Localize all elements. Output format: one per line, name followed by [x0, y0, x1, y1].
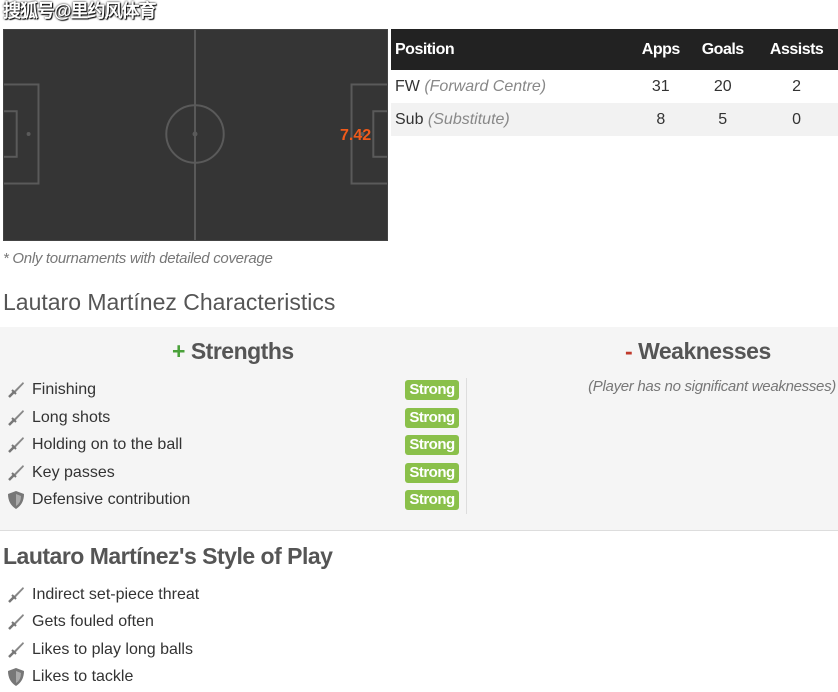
item-label: Gets fouled often — [32, 613, 154, 630]
list-item: Key passes — [6, 462, 115, 484]
weaknesses-label: Weaknesses — [638, 338, 771, 364]
minus-sign: - — [625, 338, 633, 364]
col-apps: Apps — [631, 29, 691, 70]
positions-table: Position Apps Goals Assists FW (Forward … — [391, 29, 838, 136]
item-label: Likes to play long balls — [32, 641, 193, 658]
column-divider — [466, 378, 467, 514]
col-goals: Goals — [690, 29, 756, 70]
watermark: 搜狐号@里约风体育 — [3, 1, 157, 21]
goals-cell: 20 — [713, 77, 732, 95]
strength-level-badge: Strong — [405, 408, 459, 428]
apps-cell: 31 — [651, 77, 670, 95]
list-item: Likes to tackle — [6, 666, 133, 688]
weaknesses-heading: - Weaknesses — [625, 338, 771, 365]
list-item: Gets fouled often — [6, 611, 154, 633]
col-assists: Assists — [755, 29, 838, 70]
item-label: Finishing — [32, 381, 97, 398]
item-label: Indirect set-piece threat — [32, 586, 200, 603]
sword-icon — [6, 380, 26, 400]
position-cell: Sub (Substitute) — [391, 103, 632, 136]
sword-icon — [6, 463, 26, 483]
strength-level-badge: Strong — [405, 490, 459, 510]
pitch-lines — [4, 30, 387, 240]
assists-cell: 0 — [755, 103, 838, 136]
item-label: Likes to tackle — [32, 668, 134, 685]
position-cell: FW (Forward Centre) — [391, 70, 631, 103]
strength-level-badge: Strong — [405, 380, 459, 400]
list-item: Holding on to the ball — [6, 434, 182, 456]
list-item: Long shots — [6, 407, 110, 429]
item-label: Holding on to the ball — [32, 436, 183, 453]
apps-cell: 8 — [631, 103, 691, 136]
table-row: Sub (Substitute) 8 5 0 — [391, 103, 838, 136]
list-item: Likes to play long balls — [6, 639, 193, 661]
strengths-heading: + Strengths — [172, 338, 294, 365]
item-label: Long shots — [32, 409, 111, 426]
strength-level-badge: Strong — [405, 463, 459, 483]
shield-icon — [6, 667, 26, 687]
table-header: Position Apps Goals Assists — [391, 29, 838, 70]
position-name: (Forward Centre) — [424, 77, 547, 95]
goals-cell: 5 — [690, 103, 756, 136]
sword-icon — [6, 640, 26, 660]
list-item: Defensive contribution — [6, 489, 190, 511]
col-position: Position — [391, 29, 632, 70]
plus-sign: + — [172, 338, 185, 364]
style-of-play-title: Lautaro Martínez's Style of Play — [3, 543, 333, 569]
list-item: Indirect set-piece threat — [6, 584, 199, 606]
sword-icon — [6, 408, 26, 428]
strength-level-badge: Strong — [405, 435, 459, 455]
table-row: FW (Forward Centre) 31 20 2 — [391, 70, 838, 103]
sword-icon — [6, 435, 26, 455]
position-code: FW — [395, 77, 420, 95]
sword-icon — [6, 612, 26, 632]
list-item: Finishing — [6, 379, 96, 401]
footnote: * Only tournaments with detailed coverag… — [3, 250, 273, 267]
no-weaknesses-text: (Player has no significant weaknesses) — [588, 378, 836, 395]
position-code: Sub — [395, 110, 424, 128]
item-label: Key passes — [32, 464, 115, 481]
strengths-label: Strengths — [190, 338, 294, 364]
pitch-map: 7.42 — [3, 29, 388, 241]
rating-label: 7.42 — [340, 127, 372, 144]
sword-icon — [6, 585, 26, 605]
assists-cell: 2 — [792, 77, 802, 95]
position-name: (Substitute) — [427, 110, 510, 128]
characteristics-title: Lautaro Martínez Characteristics — [3, 289, 336, 315]
item-label: Defensive contribution — [32, 491, 191, 508]
shield-icon — [6, 490, 26, 510]
